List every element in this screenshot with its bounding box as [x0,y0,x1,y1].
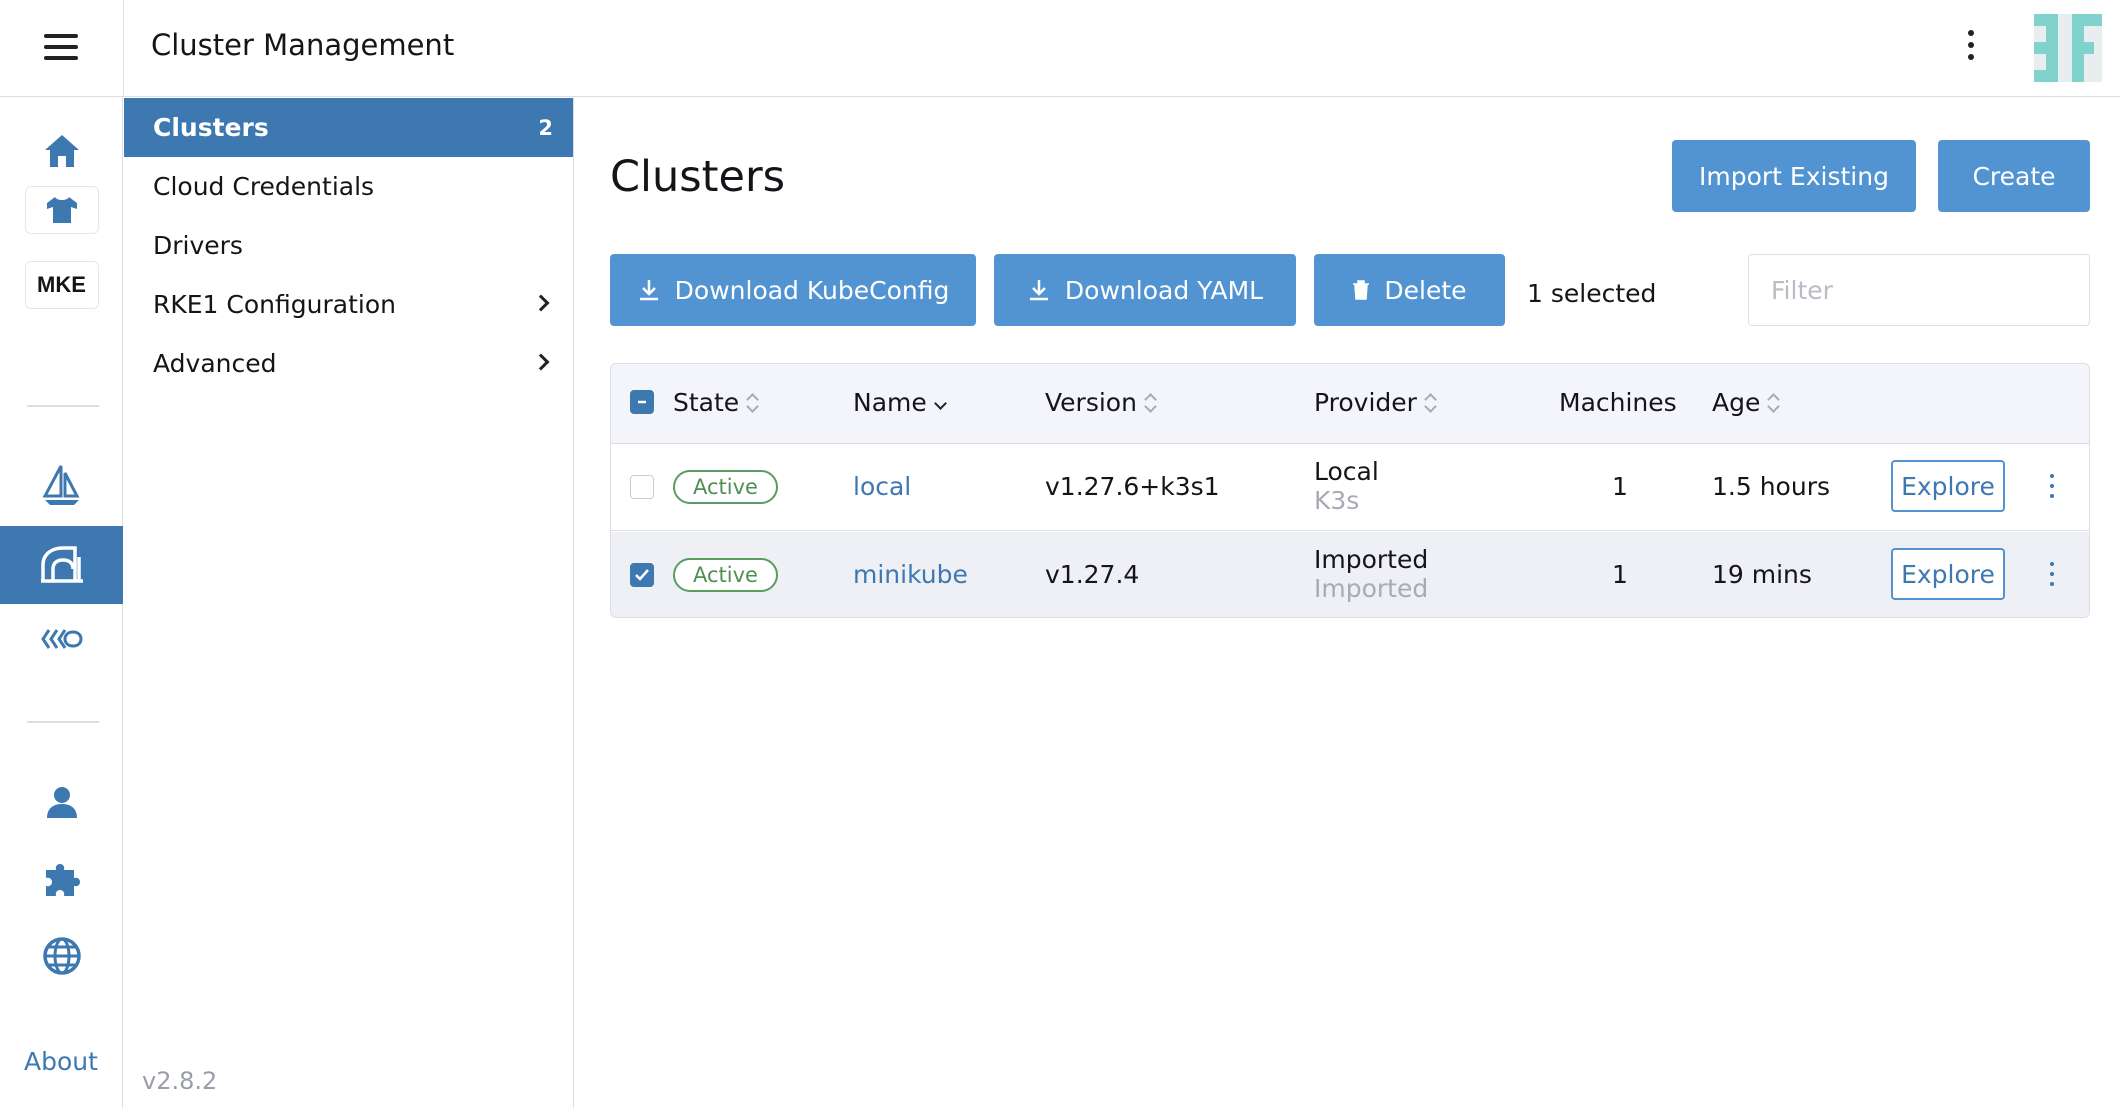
explore-button[interactable]: Explore [1891,548,2005,600]
rail-divider [27,721,99,723]
chevron-right-icon [532,353,550,371]
user-icon[interactable] [0,767,123,837]
rail-divider [27,405,99,407]
sort-icon [745,392,759,414]
row-actions-kebab-icon[interactable] [2047,562,2057,592]
explore-label: Explore [1901,559,1995,589]
column-label: State [673,388,740,417]
column-label: Machines [1559,388,1677,417]
column-header-version[interactable]: Version [1045,388,1157,417]
cluster-provider-sub: Imported [1314,574,1429,603]
import-existing-button[interactable]: Import Existing [1672,140,1916,212]
table-row[interactable]: Active local v1.27.6+k3s1 Local K3s 1 1.… [611,444,2089,531]
delete-label: Delete [1384,275,1467,305]
download-kubeconfig-button[interactable]: Download KubeConfig [610,254,976,326]
globe-icon[interactable] [0,921,123,991]
column-header-name[interactable]: Name [853,388,947,417]
fleet-icon[interactable] [0,604,123,674]
column-label: Name [853,388,927,417]
explore-button[interactable]: Explore [1891,460,2005,512]
select-all-checkbox[interactable] [630,390,654,414]
cluster-age: 1.5 hours [1712,472,1830,501]
header-divider [123,0,124,97]
cluster-age: 19 mins [1712,560,1812,589]
clusters-count-badge: 2 [538,115,553,140]
sort-icon [1423,392,1437,414]
sidebar-item-label: RKE1 Configuration [153,290,396,319]
row-checkbox[interactable] [630,563,654,587]
cluster-management-icon[interactable] [0,526,123,604]
table-row[interactable]: Active minikube v1.27.4 Imported Importe… [611,532,2089,617]
sidebar-item-drivers[interactable]: Drivers [124,216,573,275]
sort-icon [1766,392,1780,414]
column-header-state[interactable]: State [673,388,759,417]
hamburger-menu-icon[interactable] [44,34,78,60]
sort-icon [1143,392,1157,414]
create-label: Create [1972,161,2056,191]
download-icon [639,280,658,301]
icon-rail: MKE About [0,97,123,1108]
trash-icon [1353,280,1370,300]
cluster-version: v1.27.4 [1045,560,1140,589]
column-label: Version [1045,388,1137,417]
sidebar-item-label: Advanced [153,349,277,378]
about-link[interactable]: About [24,1047,98,1076]
sidebar-item-cloud-credentials[interactable]: Cloud Credentials [124,157,573,216]
create-button[interactable]: Create [1938,140,2090,212]
sidebar-item-label: Clusters [153,113,269,142]
sidebar-item-label: Cloud Credentials [153,172,375,201]
chevron-right-icon [532,294,550,312]
sailboat-icon[interactable] [0,450,123,520]
status-badge: Active [673,558,778,592]
selection-count: 1 selected [1527,279,1657,308]
download-yaml-label: Download YAML [1064,275,1264,305]
app-version: v2.8.2 [142,1067,218,1095]
top-header: Cluster Management [0,0,2120,97]
column-label: Age [1712,388,1761,417]
column-header-provider[interactable]: Provider [1314,388,1437,417]
import-existing-label: Import Existing [1699,161,1889,191]
download-yaml-button[interactable]: Download YAML [994,254,1296,326]
column-header-machines[interactable]: Machines [1559,388,1677,417]
page-title: Clusters [610,152,786,202]
row-checkbox[interactable] [630,475,654,499]
cluster-provider-sub: K3s [1314,486,1360,515]
column-label: Provider [1314,388,1417,417]
column-header-age[interactable]: Age [1712,388,1780,417]
download-kubeconfig-label: Download KubeConfig [674,275,950,305]
extensions-puzzle-icon[interactable] [0,843,123,913]
app-title: Cluster Management [151,28,455,62]
download-icon [1029,280,1048,301]
mke-item[interactable]: MKE [0,250,123,320]
cluster-version: v1.27.6+k3s1 [1045,472,1220,501]
shirt-icon[interactable] [0,175,123,245]
sort-desc-icon [933,392,947,414]
cluster-machines: 1 [1612,472,1628,501]
more-options-icon[interactable] [1964,30,1978,66]
cluster-name-link[interactable]: local [853,472,911,501]
cluster-provider: Imported [1314,545,1429,574]
clusters-table: State Name Version Provider Machines Age… [610,363,2090,618]
mke-label: MKE [37,272,86,297]
sidebar-item-clusters[interactable]: Clusters 2 [124,98,573,157]
side-nav: Clusters 2 Cloud Credentials Drivers RKE… [124,97,574,1108]
delete-button[interactable]: Delete [1314,254,1505,326]
row-actions-kebab-icon[interactable] [2047,474,2057,504]
sidebar-item-label: Drivers [153,231,243,260]
user-avatar[interactable] [2034,14,2102,82]
filter-input[interactable] [1748,254,2090,326]
explore-label: Explore [1901,471,1995,501]
table-header: State Name Version Provider Machines Age [611,364,2089,444]
checkmark-icon [635,569,649,581]
cluster-provider: Local [1314,457,1379,486]
sidebar-item-advanced[interactable]: Advanced [124,334,573,393]
cluster-name-link[interactable]: minikube [853,560,968,589]
status-badge: Active [673,470,778,504]
cluster-machines: 1 [1612,560,1628,589]
sidebar-item-rke1-configuration[interactable]: RKE1 Configuration [124,275,573,334]
